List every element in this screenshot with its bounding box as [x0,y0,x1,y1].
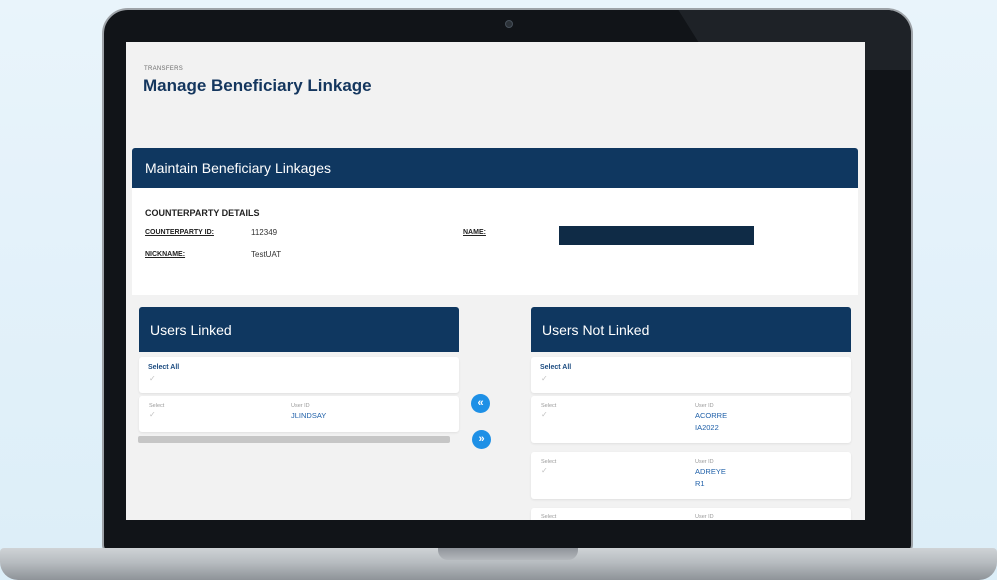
userid-column-label: User ID [695,403,714,409]
table-row[interactable]: Select ✓ User ID JLINDSAY [139,396,459,432]
user-id-value: ADREYE [695,467,726,476]
counterparty-id-value: 112349 [251,228,278,237]
not-linked-select-all[interactable]: Select All [540,364,571,371]
laptop-base [0,548,997,580]
row-check-icon[interactable]: ✓ [541,466,548,475]
not-linked-select-all-check-icon[interactable]: ✓ [541,374,548,383]
counterparty-id-label: COUNTERPARTY ID: [145,229,214,236]
laptop-notch [438,548,578,560]
camera-icon [505,20,513,28]
select-column-label: Select [149,403,165,409]
nickname-label: NICKNAME: [145,251,186,258]
app-screen: TRANSFERS Manage Beneficiary Linkage Mai… [126,42,865,520]
select-column-label: Select [541,403,557,409]
maintain-linkages-header: Maintain Beneficiary Linkages [132,148,858,188]
counterparty-details-title: COUNTERPARTY DETAILS [145,208,260,218]
page-title: Manage Beneficiary Linkage [143,76,372,95]
nickname-value: TestUAT [251,250,282,259]
user-id-value-cont: R1 [695,479,705,488]
move-left-button[interactable]: « [471,394,490,413]
horizontal-scrollbar[interactable] [138,436,450,443]
users-not-linked-header: Users Not Linked [531,307,851,352]
breadcrumb[interactable]: TRANSFERS [144,66,183,72]
userid-column-label: User ID [695,514,714,520]
userid-column-label: User ID [695,459,714,465]
user-id-value: JLINDSAY [291,411,327,420]
linked-select-all-check-icon[interactable]: ✓ [149,374,156,383]
counterparty-details: COUNTERPARTY DETAILS COUNTERPARTY ID: 11… [132,188,858,295]
user-id-value-cont: IA2022 [695,423,719,432]
select-column-label: Select [541,514,557,520]
select-column-label: Select [541,459,557,465]
linked-select-all[interactable]: Select All [148,364,179,371]
user-id-value: ACORRE [695,411,728,420]
row-check-icon[interactable]: ✓ [149,410,156,419]
userid-column-label: User ID [291,403,310,409]
not-linked-select-all-card[interactable]: Select All ✓ [531,357,851,393]
row-check-icon[interactable]: ✓ [541,410,548,419]
users-linked-header: Users Linked [139,307,459,352]
table-row[interactable]: Select ✓ User ID ADREYE R1 [531,452,851,499]
name-label: NAME: [463,229,486,236]
move-right-button[interactable]: » [472,430,491,449]
table-row[interactable]: Select ✓ User ID ACORRE IA2022 [531,396,851,443]
table-row[interactable]: Select User ID [531,508,851,520]
name-value-redacted [559,226,754,245]
linked-select-all-card[interactable]: Select All ✓ [139,357,459,393]
